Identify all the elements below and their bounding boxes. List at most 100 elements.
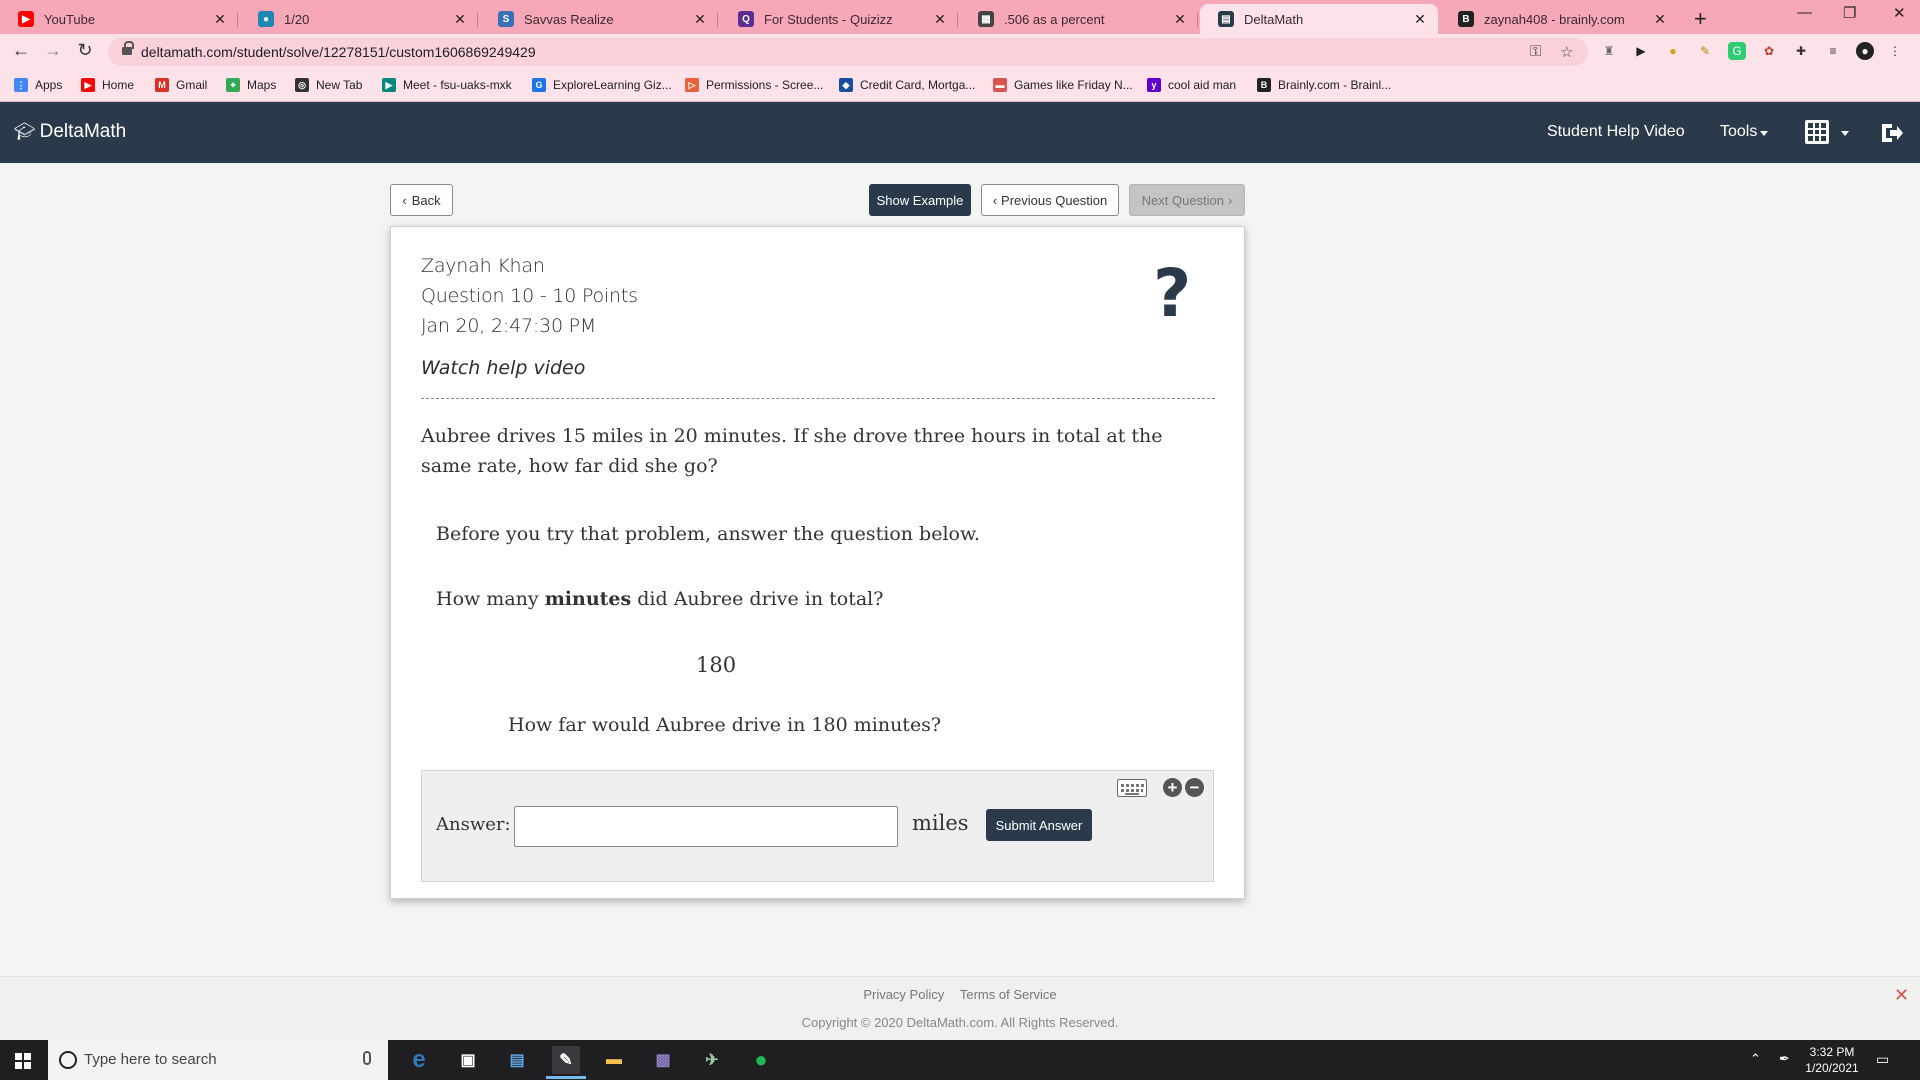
bookmark-cool-aid-man[interactable]: y cool aid man (1147, 78, 1236, 92)
close-icon[interactable]: ✕ (1172, 11, 1188, 28)
extension-icon[interactable]: ● (1664, 42, 1682, 60)
windows-start-icon[interactable] (15, 1053, 31, 1069)
tab-brainly[interactable]: B zaynah408 - brainly.com ✕ (1440, 4, 1678, 34)
games-icon: ▬ (993, 78, 1007, 92)
logout-icon[interactable] (1880, 122, 1904, 144)
keyboard-icon[interactable] (1117, 779, 1147, 797)
bookmark-chase[interactable]: ◆ Credit Card, Mortga... (839, 78, 975, 92)
forward-arrow-icon[interactable]: → (41, 40, 65, 61)
sub-question-part: How many (436, 588, 539, 610)
file-explorer-icon[interactable]: ▬ (600, 1046, 628, 1074)
tab-youtube[interactable]: ▶ YouTube ✕ (0, 4, 238, 34)
edge-icon[interactable]: e (405, 1046, 433, 1074)
close-icon[interactable]: ✕ (212, 11, 228, 28)
extension-icon[interactable]: ▶ (1632, 42, 1650, 60)
bookmark-games[interactable]: ▬ Games like Friday N... (993, 78, 1133, 92)
new-tab-plus-icon[interactable]: + (1694, 6, 1707, 32)
close-icon[interactable]: ✕ (1412, 11, 1428, 28)
bookmark-label: Permissions - Scree... (706, 78, 824, 92)
student-help-video-link[interactable]: Student Help Video (1547, 123, 1685, 141)
extension-icon[interactable]: ✿ (1760, 42, 1778, 60)
watch-help-video-link[interactable]: Watch help video (421, 357, 585, 379)
tab-deltamath[interactable]: ▤ DeltaMath ✕ (1200, 4, 1438, 34)
close-icon[interactable]: ✕ (1894, 985, 1909, 1006)
extension-icon[interactable]: G (1728, 42, 1746, 60)
bookmark-gizmos[interactable]: G ExploreLearning Giz... (532, 78, 672, 92)
bookmark-gmail[interactable]: M Gmail (155, 78, 207, 92)
brand-logo[interactable]: 🎓︎ DeltaMath (14, 121, 126, 143)
extension-icon[interactable]: ✎ (1696, 42, 1714, 60)
tab-savvas[interactable]: S Savvas Realize ✕ (480, 4, 718, 34)
bookmark-star-icon[interactable]: ☆ (1560, 43, 1573, 61)
answer-input[interactable] (514, 806, 898, 847)
photos-icon[interactable]: ▩ (649, 1046, 677, 1074)
close-icon[interactable]: ✕ (692, 11, 708, 28)
terms-of-service-link[interactable]: Terms of Service (960, 987, 1057, 1002)
app-icon[interactable]: ✈ (698, 1046, 726, 1074)
restore-icon[interactable]: ❐ (1843, 4, 1856, 22)
question-mark-icon[interactable]: ? (1153, 255, 1191, 332)
previous-question-button[interactable]: ‹ Previous Question (981, 184, 1119, 216)
store-icon[interactable]: ▣ (454, 1046, 482, 1074)
bookmark-maps[interactable]: ⌖ Maps (226, 78, 276, 92)
chevron-down-icon[interactable] (1841, 131, 1849, 136)
bookmark-label: Brainly.com - Brainl... (1278, 78, 1392, 92)
youtube-icon: ▶ (81, 78, 95, 92)
problem-card: Zaynah Khan Question 10 - 10 Points Jan … (390, 226, 1245, 899)
bookmark-new-tab[interactable]: ◎ New Tab (295, 78, 362, 92)
tab-title: For Students - Quizizz (764, 11, 893, 27)
chevron-up-icon[interactable]: ⌃ (1750, 1051, 1761, 1067)
meet-icon: ▶ (382, 78, 396, 92)
bookmark-screencastify[interactable]: ▷ Permissions - Scree... (685, 78, 823, 92)
app-icon[interactable]: ▤ (503, 1046, 531, 1074)
clock[interactable]: 3:32 PM 1/20/2021 (1800, 1044, 1864, 1076)
bookmark-brainly[interactable]: B Brainly.com - Brainl... (1257, 78, 1391, 92)
extension-icon[interactable]: ♜ (1600, 42, 1618, 60)
bookmark-home[interactable]: ▶ Home (81, 78, 134, 92)
close-icon[interactable]: ✕ (1652, 11, 1668, 28)
tab-quizizz[interactable]: Q For Students - Quizizz ✕ (720, 4, 958, 34)
address-bar[interactable]: deltamath.com/student/solve/12278151/cus… (108, 38, 1588, 66)
tab-percent[interactable]: ▦ .506 as a percent ✕ (960, 4, 1198, 34)
profile-avatar[interactable]: ● (1856, 42, 1874, 60)
taskbar-search[interactable]: Type here to search (48, 1040, 388, 1080)
bookmark-apps[interactable]: ⋮ Apps (14, 78, 62, 92)
show-example-button[interactable]: Show Example (869, 184, 971, 216)
notifications-icon[interactable]: ▭ (1876, 1051, 1889, 1067)
tools-dropdown[interactable]: Tools (1720, 123, 1757, 141)
chase-icon: ◆ (839, 78, 853, 92)
close-icon[interactable]: ✕ (932, 11, 948, 28)
back-arrow-icon[interactable]: ← (9, 40, 33, 61)
window-close-icon[interactable]: ✕ (1893, 4, 1906, 22)
chevron-left-icon: ‹ (402, 192, 407, 208)
clock-date: 1/20/2021 (1805, 1061, 1859, 1075)
quizizz-icon: Q (738, 11, 754, 27)
submit-answer-button[interactable]: Submit Answer (986, 809, 1092, 841)
url-text[interactable]: deltamath.com/student/solve/12278151/cus… (141, 44, 536, 60)
zoom-in-icon[interactable]: + (1163, 778, 1182, 797)
microphone-icon[interactable] (363, 1051, 371, 1065)
pen-icon[interactable]: ✒ (1779, 1051, 1790, 1067)
reading-list-icon[interactable]: ≡ (1824, 42, 1842, 60)
back-button[interactable]: ‹ Back (390, 184, 453, 216)
next-question-button[interactable]: Next Question › (1129, 184, 1245, 216)
active-app-indicator (546, 1076, 586, 1079)
app-icon[interactable]: ✎ (552, 1046, 580, 1074)
menu-icon[interactable]: ⋮ (1886, 42, 1904, 60)
zoom-out-icon[interactable]: − (1185, 778, 1204, 797)
graduation-cap-icon: 🎓︎ (14, 122, 36, 141)
sub-question-part: did Aubree drive in total? (637, 588, 884, 610)
page-footer: Privacy Policy Terms of Service Copyrigh… (0, 976, 1920, 1040)
minimize-icon[interactable]: — (1797, 4, 1812, 21)
calculator-icon[interactable] (1805, 120, 1829, 144)
reload-icon[interactable]: ↻ (73, 40, 97, 61)
brainly-icon: B (1257, 78, 1271, 92)
close-icon[interactable]: ✕ (452, 11, 468, 28)
bookmark-meet[interactable]: ▶ Meet - fsu-uaks-mxk (382, 78, 512, 92)
tab-classroom[interactable]: ● 1/20 ✕ (240, 4, 478, 34)
puzzle-icon[interactable]: ✚ (1792, 42, 1810, 60)
spotify-icon[interactable]: ● (747, 1046, 775, 1074)
bookmark-label: Meet - fsu-uaks-mxk (403, 78, 512, 92)
key-icon[interactable]: ⚿ (1530, 43, 1541, 60)
privacy-policy-link[interactable]: Privacy Policy (863, 987, 944, 1002)
